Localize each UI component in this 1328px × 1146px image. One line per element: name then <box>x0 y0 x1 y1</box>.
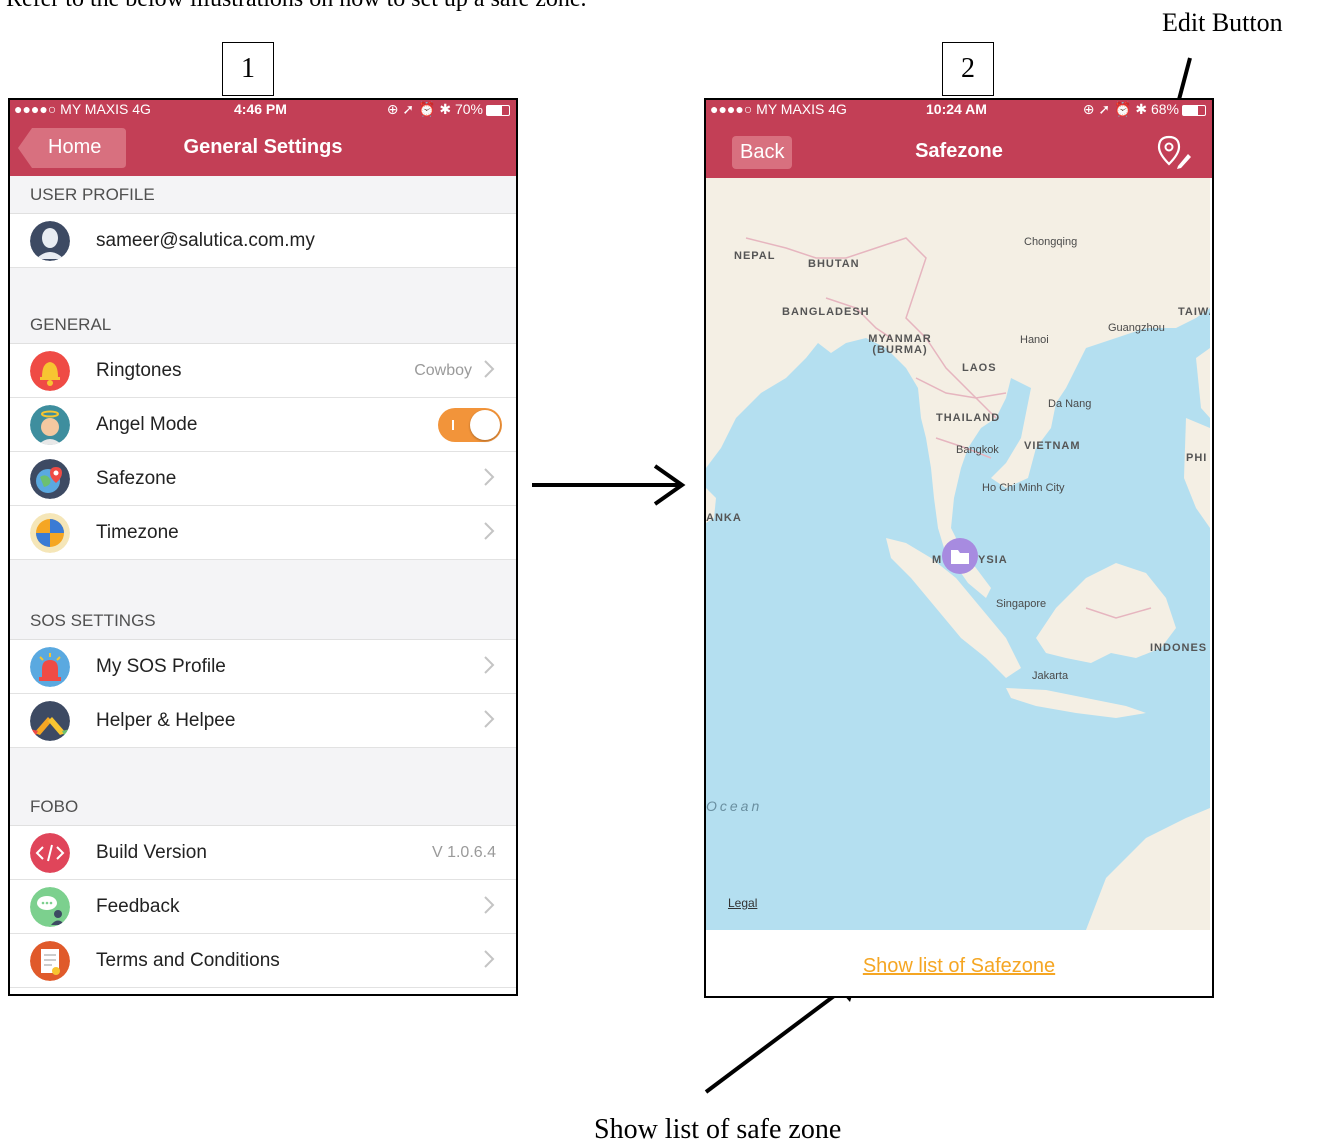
chevron-right-icon <box>484 468 495 486</box>
map-label-city: Bangkok <box>956 444 999 456</box>
section-general: GENERAL <box>10 306 516 344</box>
section-sos-settings: SOS SETTINGS <box>10 602 516 640</box>
show-list-annotation: Show list of safe zone <box>594 1114 842 1145</box>
feedback-icon <box>30 887 70 927</box>
ringtones-label: Ringtones <box>96 360 182 381</box>
carrier-text: ●●●●○ MY MAXIS 4G <box>14 101 151 117</box>
map-label-city: Guangzhou <box>1108 322 1165 334</box>
arrow-to-screen2 <box>532 464 686 506</box>
status-time: 10:24 AM <box>926 101 987 117</box>
helper-label: Helper & Helpee <box>96 710 236 731</box>
map-label-country: ANKA <box>706 512 742 524</box>
map-label-city: Da Nang <box>1048 398 1092 410</box>
safezone-map[interactable]: Chongqing NEPAL BHUTAN BANGLADESH Guangz… <box>706 178 1210 930</box>
feedback-label: Feedback <box>96 896 180 917</box>
row-terms[interactable]: Terms and Conditions <box>10 934 516 988</box>
user-email: sameer@salutica.com.my <box>96 230 315 251</box>
map-label-country: YSIA <box>978 554 1008 566</box>
map-label-city: Singapore <box>996 598 1047 610</box>
chevron-right-icon <box>484 360 495 378</box>
spacer <box>10 560 516 602</box>
timezone-label: Timezone <box>96 522 179 543</box>
row-feedback[interactable]: Feedback <box>10 880 516 934</box>
section-user-profile: USER PROFILE <box>10 176 516 214</box>
map-label-country: LAOS <box>962 362 997 374</box>
map-label-country: INDONES <box>1150 642 1208 654</box>
chevron-right-icon <box>484 656 495 674</box>
safezone-label: Safezone <box>96 468 177 489</box>
avatar-icon <box>30 221 70 261</box>
ringtones-value: Cowboy <box>414 362 472 379</box>
map-label-ocean: Ocean <box>706 798 763 814</box>
phone-screen-safezone: ●●●●○ MY MAXIS 4G 10:24 AM ⊕ ➚ ⏰ ✱ 68% B… <box>704 98 1214 998</box>
page-title: General Settings <box>183 136 343 158</box>
spacer <box>10 748 516 788</box>
arrow-to-show-list <box>704 982 852 1094</box>
row-helper-helpee[interactable]: Helper & Helpee <box>10 694 516 748</box>
map-label-country: MYANMAR (BURMA) <box>868 333 932 356</box>
row-timezone[interactable]: Timezone <box>10 506 516 560</box>
nav-bar: Back Safezone <box>706 120 1212 178</box>
carrier-text: ●●●●○ MY MAXIS 4G <box>710 101 847 117</box>
siren-icon <box>30 647 70 687</box>
map-label-city: Hanoi <box>1020 334 1049 346</box>
map-label-city: Ho Chi Minh City <box>982 482 1065 494</box>
map-label-country: THAILAND <box>936 412 1001 424</box>
map-label-country: BANGLADESH <box>782 306 870 318</box>
bell-icon <box>30 351 70 391</box>
spacer <box>10 268 516 306</box>
chevron-right-icon <box>484 710 495 728</box>
row-angel-mode: Angel Mode <box>10 398 516 452</box>
row-ringtones[interactable]: Ringtones Cowboy <box>10 344 516 398</box>
map-label-city: Chongqing <box>1024 236 1078 248</box>
edit-pin-icon[interactable] <box>1156 134 1192 170</box>
status-right: ⊕ ➚ ⏰ ✱ 70% <box>387 101 510 118</box>
build-version-value: V 1.0.6.4 <box>431 844 496 861</box>
show-list-safezone-link[interactable]: Show list of Safezone <box>706 955 1212 978</box>
terms-label: Terms and Conditions <box>96 950 280 971</box>
row-sos-profile[interactable]: My SOS Profile <box>10 640 516 694</box>
sos-profile-label: My SOS Profile <box>96 656 226 677</box>
step-2-box: 2 <box>942 42 994 96</box>
status-right: ⊕ ➚ ⏰ ✱ 68% <box>1083 101 1206 118</box>
code-icon <box>30 833 70 873</box>
page-title: Safezone <box>915 140 1003 162</box>
angel-icon <box>30 405 70 445</box>
legal-link[interactable]: Legal <box>728 896 757 910</box>
chevron-right-icon <box>484 896 495 914</box>
timezone-icon <box>30 513 70 553</box>
chevron-right-icon <box>484 950 495 968</box>
angel-mode-label: Angel Mode <box>96 414 198 435</box>
status-bar: ●●●●○ MY MAXIS 4G 10:24 AM ⊕ ➚ ⏰ ✱ 68% <box>706 100 1212 120</box>
step-1-box: 1 <box>222 42 274 96</box>
map-label-country: VIETNAM <box>1024 440 1081 452</box>
edit-button-annotation: Edit Button <box>1162 8 1283 37</box>
angel-mode-toggle[interactable] <box>438 408 502 442</box>
status-time: 4:46 PM <box>234 101 287 117</box>
bottom-link-area: Show list of Safezone <box>706 930 1212 996</box>
build-version-label: Build Version <box>96 842 207 863</box>
instruction-text: Refer to the below illustrations on how … <box>6 0 587 13</box>
map-label-country: PHI <box>1186 452 1208 464</box>
safezone-map-icon <box>30 459 70 499</box>
chevron-right-icon <box>484 522 495 540</box>
status-bar: ●●●●○ MY MAXIS 4G 4:46 PM ⊕ ➚ ⏰ ✱ 70% <box>10 100 516 120</box>
battery-icon <box>1182 104 1206 116</box>
document-icon <box>30 941 70 981</box>
row-safezone[interactable]: Safezone <box>10 452 516 506</box>
row-user-profile[interactable]: sameer@salutica.com.my <box>10 214 516 268</box>
battery-icon <box>486 104 510 116</box>
nav-bar: Home General Settings <box>10 120 516 176</box>
section-fobo: FOBO <box>10 788 516 826</box>
phone-screen-general-settings: ●●●●○ MY MAXIS 4G 4:46 PM ⊕ ➚ ⏰ ✱ 70% Ho… <box>8 98 518 996</box>
map-label-country: TAIWA <box>1178 306 1210 318</box>
helper-hands-icon <box>30 701 70 741</box>
safezone-marker-icon[interactable] <box>940 536 980 576</box>
map-label-country: BHUTAN <box>808 258 860 270</box>
row-build-version: Build Version V 1.0.6.4 <box>10 826 516 880</box>
map-label-city: Jakarta <box>1032 670 1069 682</box>
map-label-country: NEPAL <box>734 250 776 262</box>
